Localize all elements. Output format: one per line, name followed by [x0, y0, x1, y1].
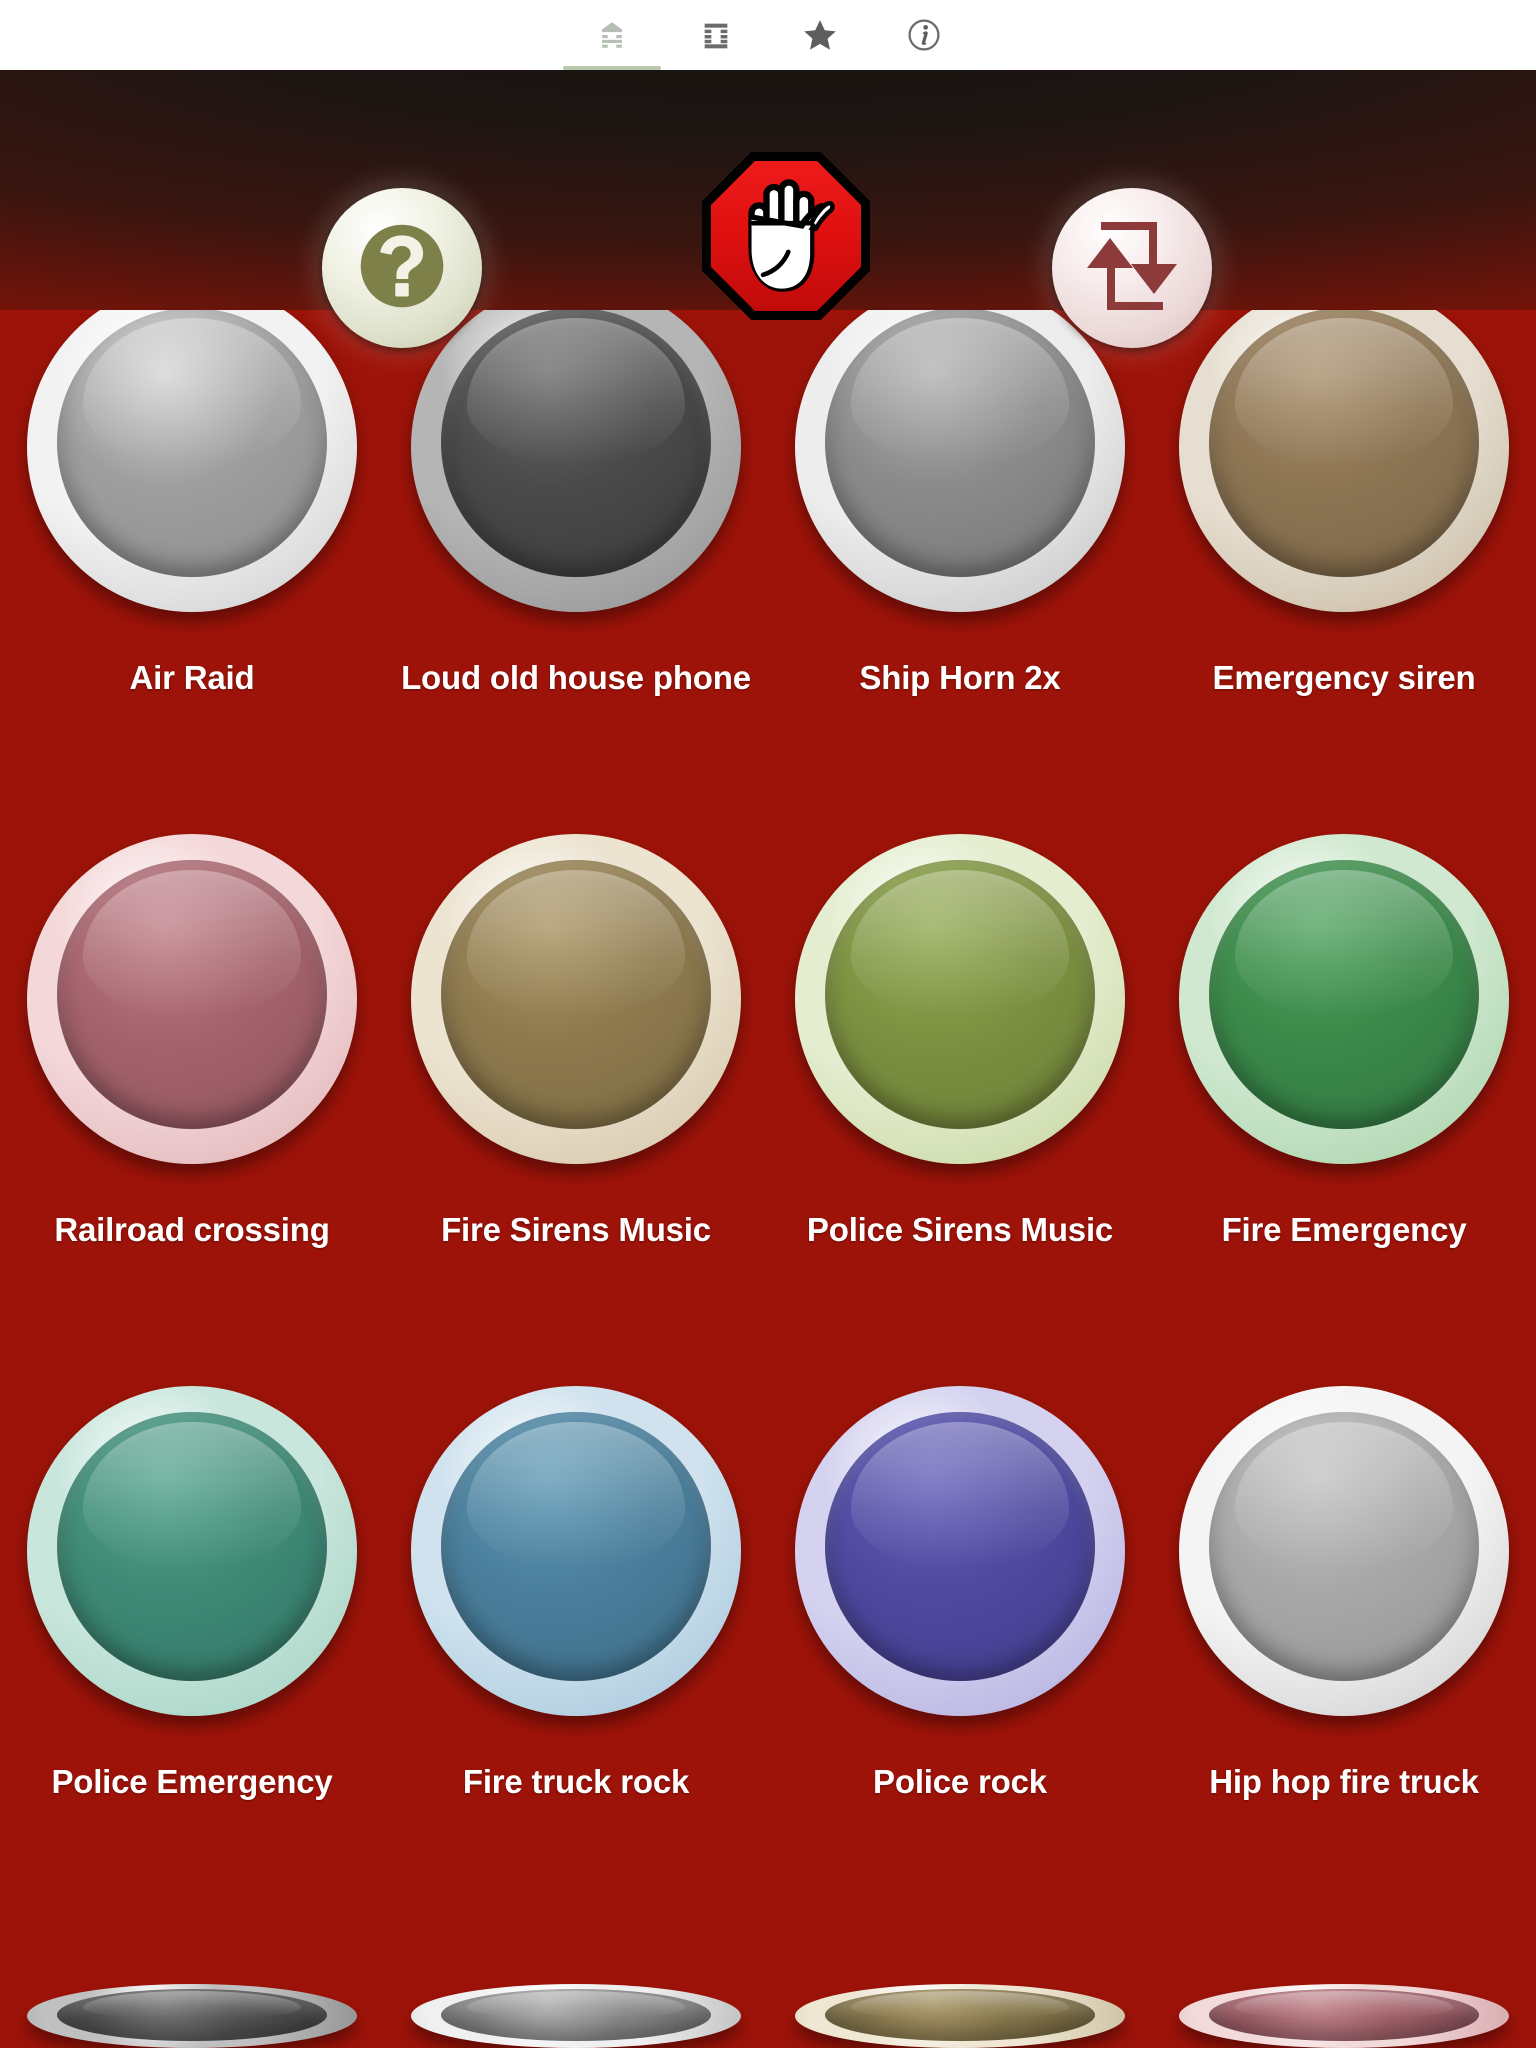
sound-button[interactable]	[795, 1386, 1125, 1716]
tab-indicator	[667, 66, 765, 70]
sound-button[interactable]	[27, 282, 357, 612]
sound-grid-partial	[0, 1984, 1536, 2048]
sound-button[interactable]	[27, 1984, 357, 2048]
button-dome	[1209, 859, 1479, 1129]
sound-label: Air Raid	[129, 659, 255, 696]
sound-cell-4[interactable]: Railroad crossing	[0, 834, 384, 1414]
button-dome	[1209, 1988, 1479, 2042]
sound-cell-10[interactable]: Police rock	[768, 1386, 1152, 1966]
button-dome	[57, 1988, 327, 2042]
sound-button[interactable]	[1179, 1984, 1509, 2048]
sound-label: Fire Emergency	[1221, 1211, 1467, 1248]
tab-info[interactable]	[872, 0, 976, 70]
sound-grid: Air Raid Loud old house phone Ship Horn 2x…	[0, 282, 1536, 1966]
sound-cell-11[interactable]: Hip hop fire truck	[1152, 1386, 1536, 1966]
help-disc	[322, 188, 482, 348]
sound-label: Fire Sirens Music	[441, 1211, 711, 1248]
header-controls	[0, 70, 1536, 362]
button-dome	[441, 1411, 711, 1681]
tab-indicator	[875, 66, 973, 70]
sound-button[interactable]	[1179, 282, 1509, 612]
sound-button[interactable]	[1179, 1386, 1509, 1716]
button-dome	[825, 859, 1095, 1129]
sound-cell-3[interactable]: Emergency siren	[1152, 282, 1536, 862]
star-icon	[801, 16, 839, 54]
button-dome	[825, 307, 1095, 577]
button-dome	[441, 307, 711, 577]
sound-button[interactable]	[411, 1984, 741, 2048]
sound-cell-9[interactable]: Fire truck rock	[384, 1386, 768, 1966]
repeat-loop-icon	[1077, 216, 1187, 321]
tab-bar	[0, 0, 1536, 70]
sound-cell-7[interactable]: Fire Emergency	[1152, 834, 1536, 1414]
sound-cell-8[interactable]: Police Emergency	[0, 1386, 384, 1966]
sound-cell-partial-2[interactable]	[768, 1984, 1152, 2048]
sound-button[interactable]	[795, 1984, 1125, 2048]
document-icon	[595, 18, 629, 52]
soundboard-app: Air Raid Loud old house phone Ship Horn 2x…	[0, 0, 1536, 2048]
sound-cell-partial-3[interactable]	[1152, 1984, 1536, 2048]
tab-favorites[interactable]	[768, 0, 872, 70]
sound-label: Railroad crossing	[54, 1211, 330, 1248]
sound-cell-6[interactable]: Police Sirens Music	[768, 834, 1152, 1414]
sound-button[interactable]	[795, 834, 1125, 1164]
list-icon	[700, 19, 732, 51]
button-dome	[1209, 1411, 1479, 1681]
button-dome	[825, 1988, 1095, 2042]
button-dome	[57, 859, 327, 1129]
button-dome	[441, 859, 711, 1129]
sound-cell-1[interactable]: Loud old house phone	[384, 282, 768, 862]
button-dome	[825, 1411, 1095, 1681]
tab-indicator	[771, 66, 869, 70]
question-mark-icon	[343, 207, 461, 330]
loop-button[interactable]	[1038, 174, 1226, 362]
sound-label: Fire truck rock	[462, 1763, 690, 1800]
sound-button[interactable]	[27, 1386, 357, 1716]
sound-label: Loud old house phone	[401, 659, 751, 696]
button-dome	[57, 1411, 327, 1681]
sound-label: Police Emergency	[51, 1763, 333, 1800]
help-button[interactable]	[308, 174, 496, 362]
button-dome	[57, 307, 327, 577]
sound-button[interactable]	[411, 834, 741, 1164]
sound-cell-partial-1[interactable]	[384, 1984, 768, 2048]
sound-cell-partial-0[interactable]	[0, 1984, 384, 2048]
sound-label: Hip hop fire truck	[1209, 1763, 1479, 1800]
button-dome	[441, 1988, 711, 2042]
stop-hand-icon	[727, 172, 845, 301]
sound-label: Police rock	[873, 1763, 1047, 1800]
tab-list[interactable]	[664, 0, 768, 70]
sound-button[interactable]	[411, 1386, 741, 1716]
button-dome	[1209, 307, 1479, 577]
active-tab-indicator	[563, 66, 661, 70]
tab-sounds[interactable]	[560, 0, 664, 70]
sound-cell-0[interactable]: Air Raid	[0, 282, 384, 862]
sound-label: Police Sirens Music	[806, 1211, 1114, 1248]
sound-cell-5[interactable]: Fire Sirens Music	[384, 834, 768, 1414]
loop-disc	[1052, 188, 1212, 348]
stop-button[interactable]	[702, 152, 870, 320]
sound-label: Emergency siren	[1212, 659, 1476, 696]
sound-label: Ship Horn 2x	[859, 659, 1061, 696]
sound-button[interactable]	[1179, 834, 1509, 1164]
sound-cell-2[interactable]: Ship Horn 2x	[768, 282, 1152, 862]
info-circle-icon	[906, 17, 942, 53]
sound-button[interactable]	[27, 834, 357, 1164]
